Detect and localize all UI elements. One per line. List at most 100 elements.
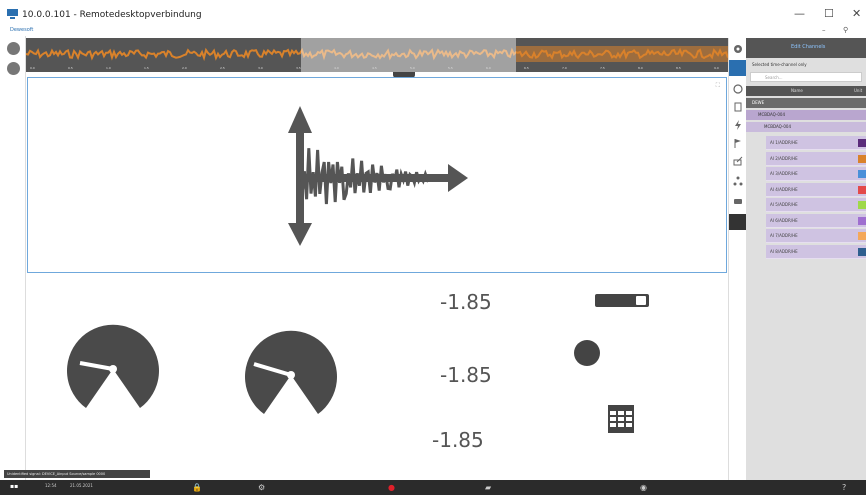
overview-tick-label: 9.0 — [714, 66, 719, 70]
selected-time-channel-option[interactable]: Selected time-channel only — [752, 62, 807, 67]
channel-row[interactable]: AI 8/ADDR/HE — [766, 244, 866, 259]
channel-label: AI 4/ADDR/HE — [770, 186, 798, 192]
minimize-button[interactable]: — — [794, 7, 805, 20]
channel-label: AI 5/ADDR/HE — [770, 202, 798, 207]
tree-node-label: MCBDAQ-004 — [758, 112, 786, 117]
document-icon[interactable] — [733, 102, 743, 112]
close-button[interactable]: ✕ — [852, 7, 861, 20]
right-toolbar — [728, 38, 747, 480]
status-message: Unidentified signal: DEVICE_Ainput Sourc… — [4, 470, 150, 478]
app-label: Dewesoft — [10, 27, 34, 33]
window-title: 10.0.0.101 - Remotedesktopverbindung — [22, 10, 202, 20]
tree-node-label: DEWE — [752, 100, 765, 105]
channel-label: AI 7/ADDR/HE — [770, 233, 798, 238]
analog-gauge-1[interactable] — [66, 322, 160, 416]
tree-node-label: MCBDAQ-004 — [764, 124, 792, 129]
channel-color-swatch[interactable] — [858, 185, 866, 194]
channel-color-swatch[interactable] — [858, 201, 866, 209]
camera-icon[interactable]: ◉ — [640, 483, 647, 492]
title-bar: 10.0.0.101 - Remotedesktopverbindung — ☐… — [0, 0, 866, 28]
channel-color-swatch[interactable] — [858, 139, 866, 147]
indicator-lamp[interactable] — [574, 340, 600, 366]
tree-node[interactable]: MCBDAQ-004 — [746, 110, 866, 120]
remote-desktop-icon — [7, 9, 18, 19]
maximize-button[interactable]: ☐ — [824, 7, 834, 20]
column-unit[interactable]: Unit — [854, 88, 862, 93]
alert-tab[interactable] — [729, 214, 747, 230]
column-name[interactable]: Name — [791, 88, 803, 93]
channel-row[interactable]: AI 3/ADDR/HE — [766, 167, 866, 181]
folder-icon[interactable]: ▰ — [485, 483, 491, 492]
toggle-switch[interactable] — [595, 294, 649, 307]
channel-row[interactable]: AI 7/ADDR/HE — [766, 229, 866, 243]
search-placeholder: Search... — [765, 75, 783, 80]
tree-node[interactable]: MCBDAQ-004 — [746, 122, 866, 132]
digital-readout-2[interactable]: -1.85 — [440, 363, 492, 387]
gear-icon[interactable] — [733, 44, 743, 54]
leaf-icon[interactable] — [7, 42, 20, 55]
taskbar: ▪▪ 12:54 21.05.2021 🔒 ⚙ ● ▰ ◉ ? — [0, 480, 866, 495]
digital-readout-1[interactable]: -1.85 — [440, 290, 492, 314]
toggle-knob — [636, 296, 646, 305]
panel-title: Edit Channels — [791, 44, 826, 50]
channel-panel: Edit Channels Selected time-channel only… — [746, 38, 866, 480]
start-icon[interactable]: ▪▪ — [10, 483, 18, 490]
lock-icon[interactable]: 🔒 — [192, 483, 202, 492]
channel-row[interactable]: AI 5/ADDR/HE — [766, 198, 866, 212]
overview-tick-label: 6.0 — [486, 66, 491, 70]
record-icon[interactable]: ● — [388, 483, 395, 492]
overview-tick-label: 5.0 — [410, 66, 415, 70]
channel-label: AI 8/ADDR/HE — [770, 248, 798, 254]
fullscreen-icon[interactable]: ⛶ — [716, 82, 720, 90]
channel-label: AI 6/ADDR/HE — [770, 217, 798, 223]
channel-list-tab[interactable] — [729, 60, 747, 76]
overview-tick-label: 7.5 — [600, 66, 605, 70]
channel-color-swatch[interactable] — [858, 154, 866, 163]
vehicle-icon[interactable] — [733, 196, 743, 206]
recorder-chart[interactable]: ⛶ — [27, 77, 727, 273]
export-icon[interactable] — [733, 156, 743, 166]
recorder-placeholder-graphic — [288, 106, 468, 246]
remote-desktop-window: 10.0.0.101 - Remotedesktopverbindung — ☐… — [0, 0, 866, 495]
inner-pin-button[interactable]: ⚲ — [843, 26, 848, 34]
channel-color-swatch[interactable] — [858, 216, 866, 225]
channel-color-swatch[interactable] — [858, 232, 866, 240]
overview-tick-label: 0.0 — [30, 66, 35, 70]
clock-icon[interactable] — [733, 84, 743, 94]
overview-tick-label: 8.0 — [638, 66, 643, 70]
channel-label: AI 3/ADDR/HE — [770, 171, 798, 176]
channel-row[interactable]: AI 4/ADDR/HE — [766, 182, 866, 197]
channel-row[interactable]: AI 2/ADDR/HE — [766, 151, 866, 166]
analog-gauge-2[interactable] — [244, 328, 338, 422]
overview-tick-label: 4.0 — [334, 66, 339, 70]
overview-tick-label: 2.0 — [182, 66, 187, 70]
channel-color-swatch[interactable] — [858, 170, 866, 178]
overview-tick-label: 7.0 — [562, 66, 567, 70]
tree-node[interactable]: DEWE — [746, 98, 866, 108]
left-toolbar — [0, 36, 26, 480]
help-icon[interactable]: ? — [842, 483, 846, 492]
overview-tick-label: 1.0 — [106, 66, 111, 70]
taskbar-time: 12:54 — [45, 483, 57, 488]
channel-color-swatch[interactable] — [858, 247, 866, 256]
channel-row[interactable]: AI 6/ADDR/HE — [766, 213, 866, 228]
settings-icon[interactable]: ⚙ — [258, 483, 265, 492]
network-icon[interactable] — [733, 176, 743, 186]
flag-icon[interactable] — [733, 138, 743, 148]
inner-minimize-button[interactable]: – — [822, 26, 826, 34]
overview-tick-label: 0.5 — [68, 66, 73, 70]
channel-columns: Name Unit — [746, 86, 866, 96]
digital-readout-3[interactable]: -1.85 — [432, 428, 484, 452]
layout-icon[interactable] — [7, 62, 20, 75]
overview-tick-label: 2.5 — [220, 66, 225, 70]
overview-waveform[interactable]: 0.0 0.5 1.0 1.5 2.0 2.5 3.0 3.5 4.0 4.5 5.0 5.5 6.0 6… — [25, 38, 729, 78]
channel-label: AI 1/ADDR/HE — [770, 140, 798, 145]
channel-row[interactable]: AI 1/ADDR/HE — [766, 136, 866, 150]
table-icon[interactable] — [608, 405, 634, 433]
taskbar-date: 21.05.2021 — [70, 483, 93, 488]
channel-search-input[interactable]: Search... — [750, 72, 862, 82]
overview-tick-label: 1.5 — [144, 66, 149, 70]
overview-tick-label: 4.5 — [372, 66, 377, 70]
lightning-icon[interactable] — [733, 120, 743, 130]
overview-tick-label: 6.5 — [524, 66, 529, 70]
